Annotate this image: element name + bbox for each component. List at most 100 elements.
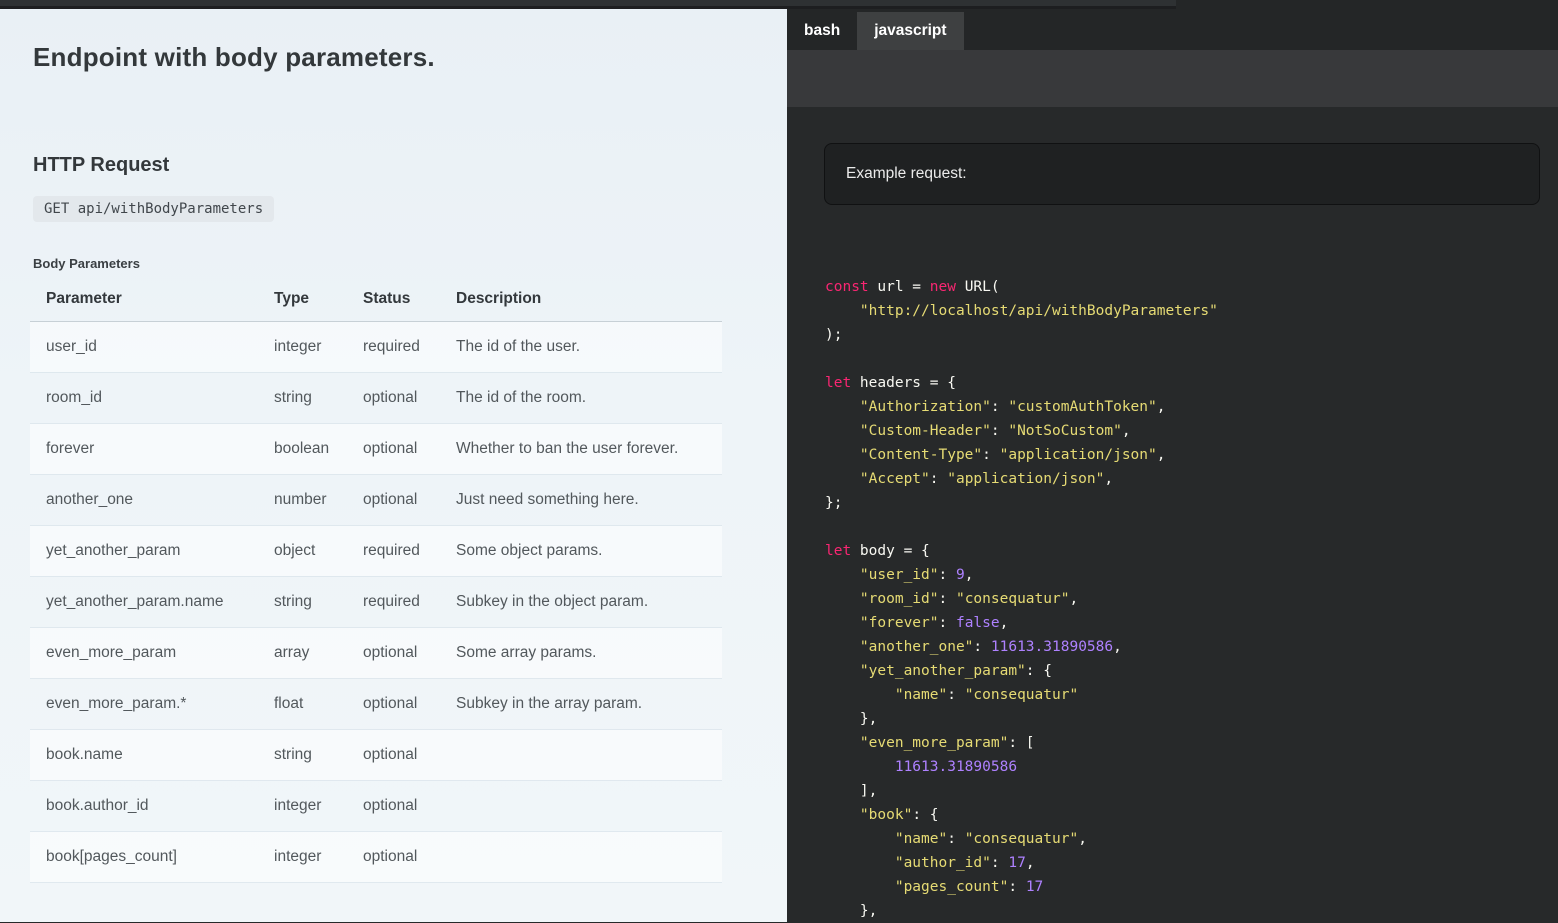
table-row: room_id string optional The id of the ro… (30, 373, 722, 424)
body-params-table-body: user_id integer required The id of the u… (30, 322, 722, 883)
code-line: "Custom-Header": "NotSoCustom", (825, 419, 1218, 443)
code-line: "another_one": 11613.31890586, (825, 635, 1218, 659)
cell-status: optional (347, 424, 440, 475)
code-line: 11613.31890586 (825, 755, 1218, 779)
cell-status: optional (347, 475, 440, 526)
cell-parameter: even_more_param.* (30, 679, 258, 730)
cell-description: Whether to ban the user forever. (440, 424, 722, 475)
cell-status: required (347, 577, 440, 628)
table-row: book.author_id integer optional (30, 781, 722, 832)
column-header-status: Status (347, 282, 440, 322)
cell-parameter: yet_another_param.name (30, 577, 258, 628)
code-line: "pages_count": 17 (825, 875, 1218, 899)
code-line: "name": "consequatur" (825, 683, 1218, 707)
tab-bash[interactable]: bash (787, 12, 857, 50)
cell-type: string (258, 577, 347, 628)
cell-description (440, 832, 722, 883)
code-line: "name": "consequatur", (825, 827, 1218, 851)
cell-parameter: another_one (30, 475, 258, 526)
cell-parameter: book.author_id (30, 781, 258, 832)
http-request-heading: HTTP Request (33, 154, 169, 177)
table-row: yet_another_param object required Some o… (30, 526, 722, 577)
cell-type: integer (258, 322, 347, 373)
table-row: even_more_param array optional Some arra… (30, 628, 722, 679)
cell-status: optional (347, 628, 440, 679)
example-request-label: Example request: (846, 165, 967, 183)
table-row: user_id integer required The id of the u… (30, 322, 722, 373)
cell-status: required (347, 526, 440, 577)
cell-status: optional (347, 373, 440, 424)
cell-status: optional (347, 730, 440, 781)
cell-parameter: user_id (30, 322, 258, 373)
code-line: "Authorization": "customAuthToken", (825, 395, 1218, 419)
cell-parameter: even_more_param (30, 628, 258, 679)
page-title: Endpoint with body parameters. (33, 42, 435, 73)
cell-description (440, 730, 722, 781)
code-line: "Content-Type": "application/json", (825, 443, 1218, 467)
column-header-type: Type (258, 282, 347, 322)
cell-parameter: book[pages_count] (30, 832, 258, 883)
code-line: "book": { (825, 803, 1218, 827)
cell-description (440, 781, 722, 832)
cell-description: Subkey in the object param. (440, 577, 722, 628)
cell-description: Subkey in the array param. (440, 679, 722, 730)
table-row: book.name string optional (30, 730, 722, 781)
cell-parameter: room_id (30, 373, 258, 424)
code-line: let headers = { (825, 371, 1218, 395)
code-line: "even_more_param": [ (825, 731, 1218, 755)
tab-javascript[interactable]: javascript (857, 12, 963, 50)
code-panel: bash javascript Example request: const u… (787, 0, 1558, 922)
column-header-description: Description (440, 282, 722, 322)
code-line: }, (825, 707, 1218, 731)
code-line: "yet_another_param": { (825, 659, 1218, 683)
cell-type: string (258, 730, 347, 781)
table-row: yet_another_param.name string required S… (30, 577, 722, 628)
code-line: }; (825, 491, 1218, 515)
cell-parameter: forever (30, 424, 258, 475)
cell-status: required (347, 322, 440, 373)
table-row: book[pages_count] integer optional (30, 832, 722, 883)
cell-status: optional (347, 781, 440, 832)
cell-type: integer (258, 781, 347, 832)
cell-status: optional (347, 679, 440, 730)
code-line: "author_id": 17, (825, 851, 1218, 875)
code-line (825, 347, 1218, 371)
code-line: const url = new URL( (825, 275, 1218, 299)
cell-parameter: book.name (30, 730, 258, 781)
cell-type: array (258, 628, 347, 679)
cell-type: integer (258, 832, 347, 883)
cell-type: object (258, 526, 347, 577)
cell-type: string (258, 373, 347, 424)
cell-description: Just need something here. (440, 475, 722, 526)
code-line: "room_id": "consequatur", (825, 587, 1218, 611)
body-parameters-label: Body Parameters (33, 256, 140, 271)
endpoint-method-badge: GET api/withBodyParameters (33, 196, 274, 222)
code-line: let body = { (825, 539, 1218, 563)
cell-status: optional (347, 832, 440, 883)
body-params-table: Parameter Type Status Description user_i… (30, 282, 722, 883)
code-line: ], (825, 779, 1218, 803)
example-request-box: Example request: (824, 143, 1540, 205)
code-line: "user_id": 9, (825, 563, 1218, 587)
cell-type: float (258, 679, 347, 730)
column-header-parameter: Parameter (30, 282, 258, 322)
cell-description: The id of the user. (440, 322, 722, 373)
cell-type: number (258, 475, 347, 526)
cell-description: The id of the room. (440, 373, 722, 424)
code-line: "Accept": "application/json", (825, 467, 1218, 491)
top-navbar-strip (0, 0, 1176, 9)
code-column-header-band (787, 50, 1558, 107)
code-block: const url = new URL( "http://localhost/a… (825, 275, 1218, 923)
cell-description: Some array params. (440, 628, 722, 679)
table-row: another_one number optional Just need so… (30, 475, 722, 526)
code-line: "forever": false, (825, 611, 1218, 635)
code-line: ); (825, 323, 1218, 347)
table-row: even_more_param.* float optional Subkey … (30, 679, 722, 730)
cell-parameter: yet_another_param (30, 526, 258, 577)
code-line: "http://localhost/api/withBodyParameters… (825, 299, 1218, 323)
cell-description: Some object params. (440, 526, 722, 577)
table-header-row: Parameter Type Status Description (30, 282, 722, 322)
table-row: forever boolean optional Whether to ban … (30, 424, 722, 475)
code-line: }, (825, 899, 1218, 923)
code-line (825, 515, 1218, 539)
